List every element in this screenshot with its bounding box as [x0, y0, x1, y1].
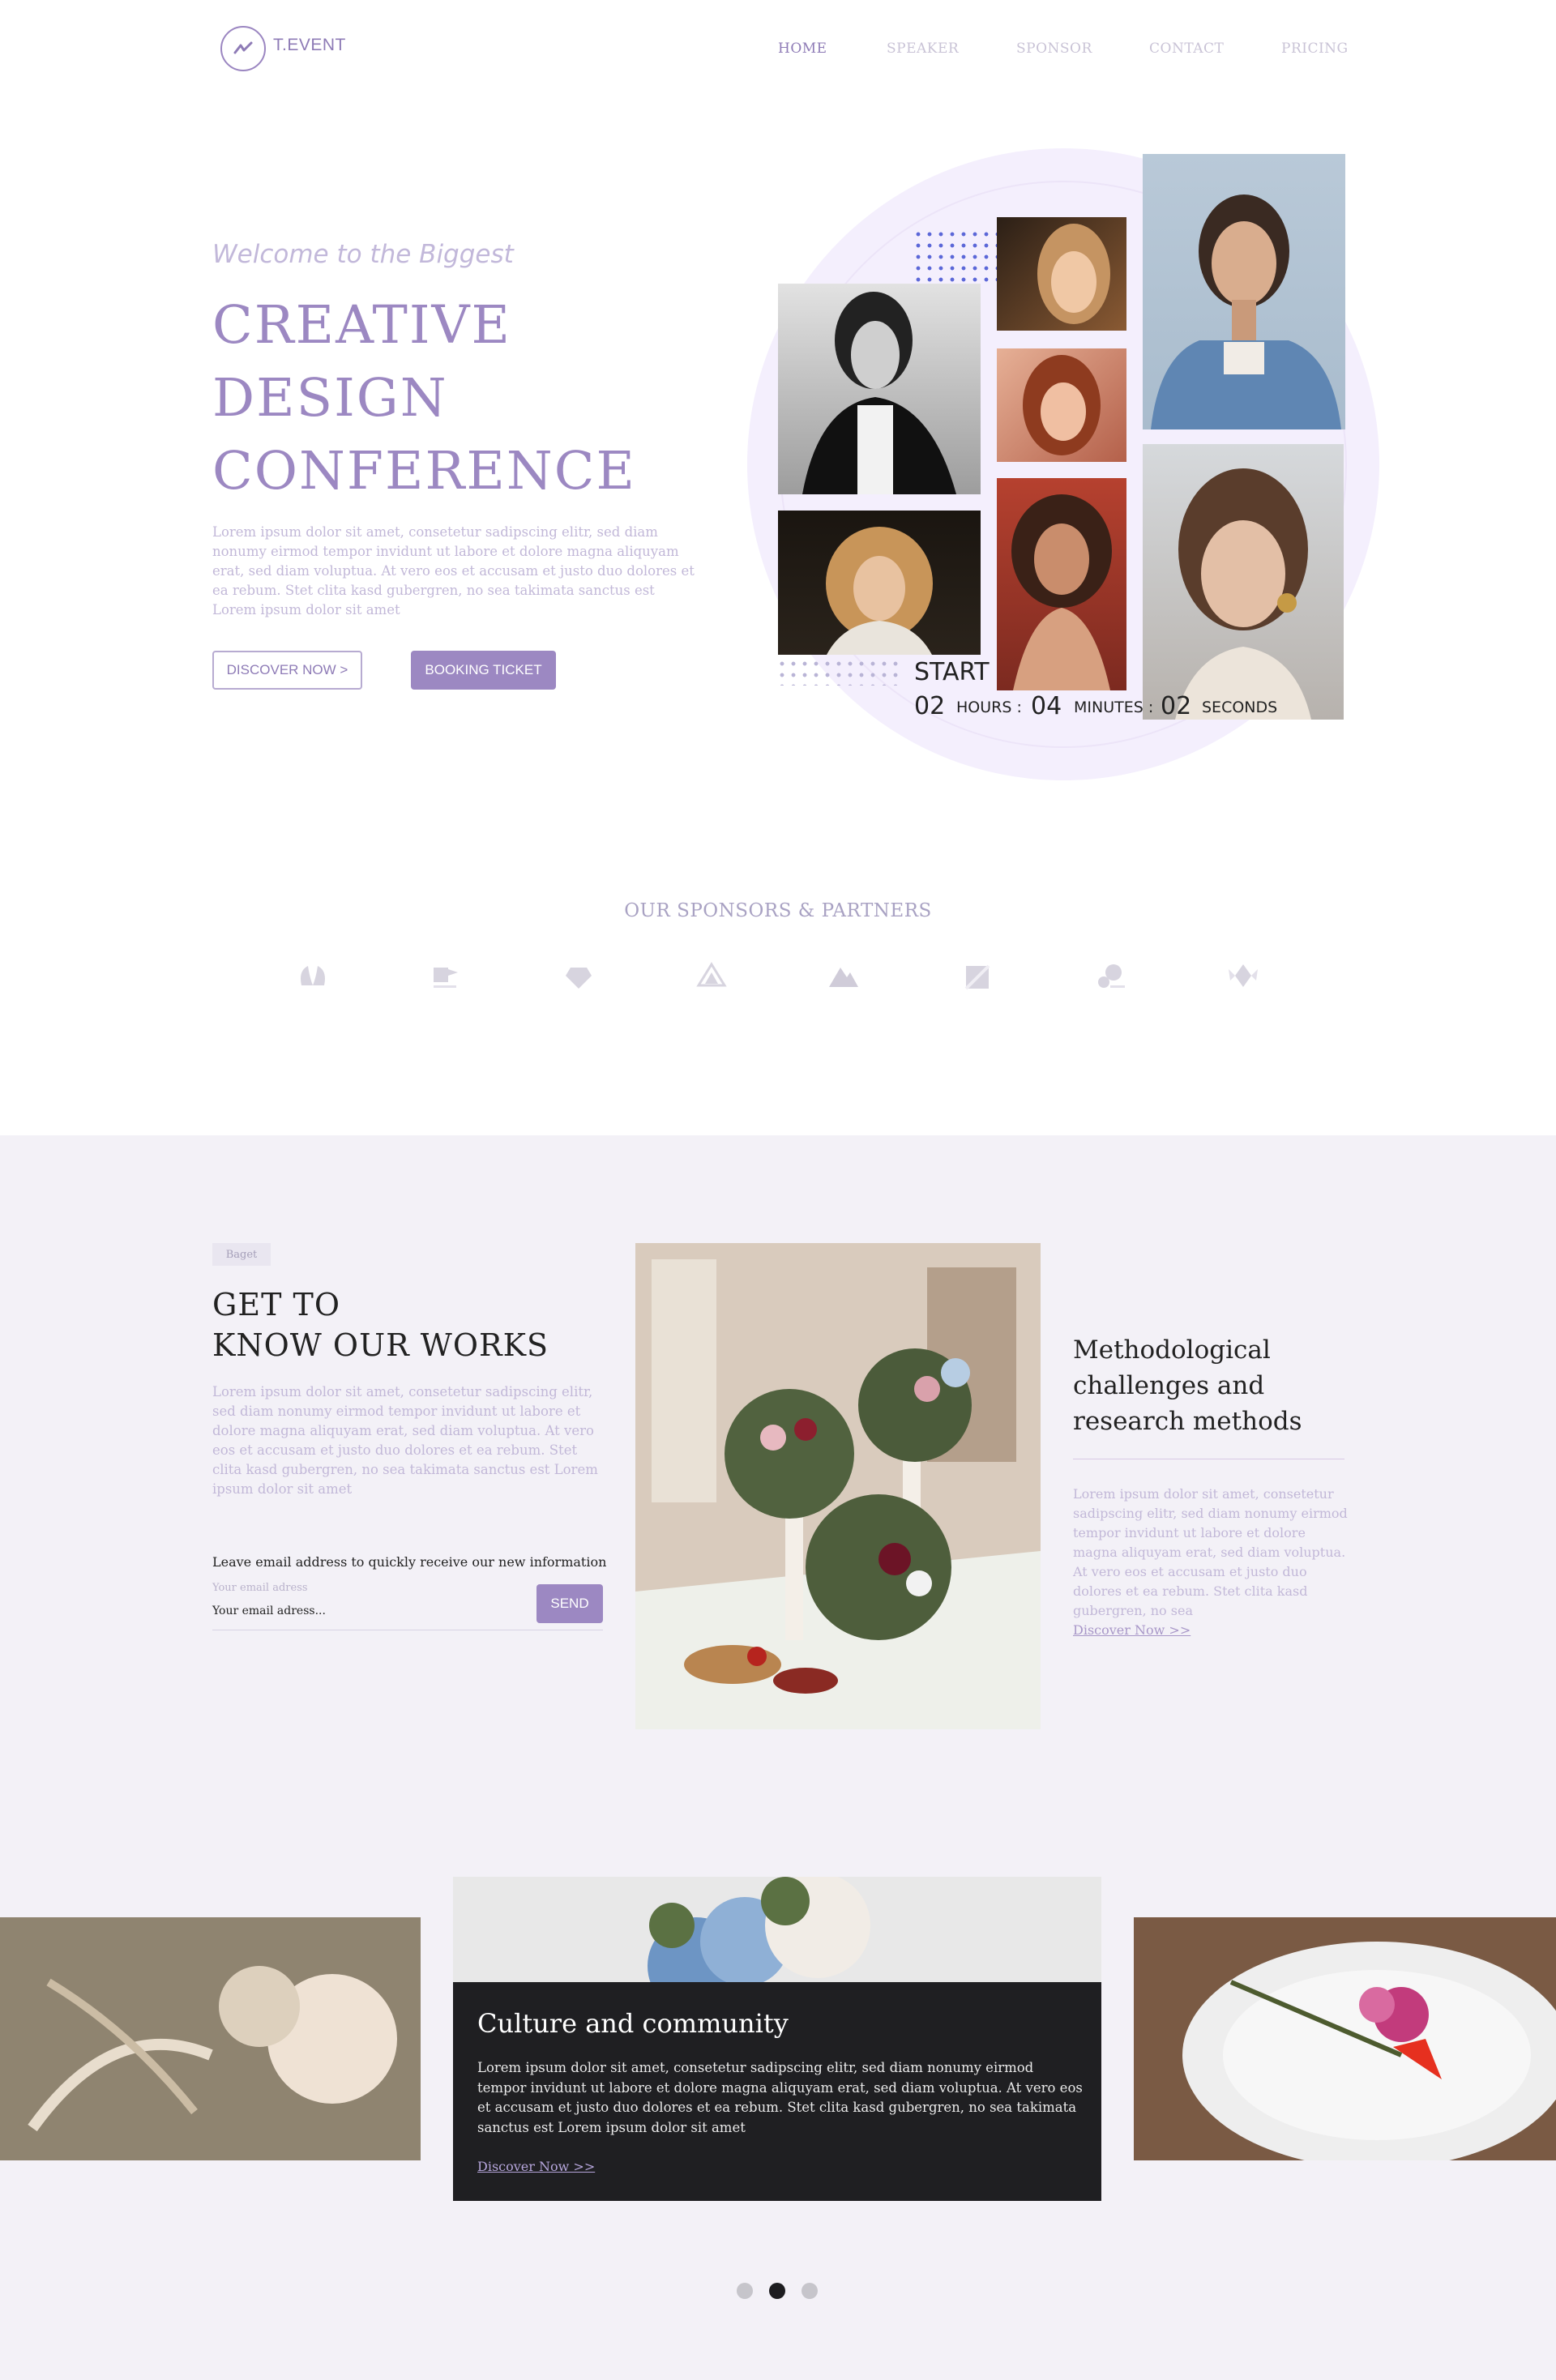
- speaker-photo-curly: [997, 478, 1126, 690]
- sponsor-square-flag-logo[interactable]: [421, 956, 469, 998]
- hero-welcome: Welcome to the Biggest: [212, 240, 514, 269]
- email-signup-label: Leave email address to quickly receive o…: [212, 1554, 607, 1570]
- email-field-label: Your email adress: [212, 1582, 308, 1594]
- nav-pricing[interactable]: PRICING: [1281, 41, 1349, 57]
- countdown-start-label: START: [914, 658, 990, 686]
- brand-name[interactable]: T.EVENT: [273, 36, 346, 55]
- countdown-hours-value: 02: [914, 692, 946, 720]
- countdown-seconds-label: SECONDS: [1202, 699, 1278, 716]
- speaker-photo-blonde: [997, 217, 1126, 331]
- dot-pattern-grey: [776, 658, 898, 686]
- speaker-photo-curly-blonde: [778, 511, 981, 655]
- sponsor-diamond-wings-logo[interactable]: [1219, 956, 1267, 998]
- carousel-card-title: Culture and community: [477, 2008, 789, 2039]
- speaker-photo-bw: [778, 284, 981, 494]
- carousel-dot-3[interactable]: [802, 2283, 818, 2299]
- countdown-minutes-value: 04: [1031, 692, 1062, 720]
- dot-pattern-blue: [913, 229, 1010, 287]
- method-title-line-2: challenges and: [1073, 1371, 1265, 1400]
- sponsor-gem-logo[interactable]: [554, 956, 603, 998]
- speaker-photo-denim: [1143, 154, 1345, 429]
- carousel-card-description: Lorem ipsum dolor sit amet, consetetur s…: [477, 2060, 1083, 2135]
- hero-title-line-2: DESIGN: [212, 368, 448, 429]
- method-title-line-1: Methodological: [1073, 1335, 1271, 1365]
- carousel-card-link[interactable]: Discover Now >>: [477, 2159, 595, 2174]
- countdown-hours-label: HOURS :: [956, 699, 1022, 716]
- speaker-photo-beach: [1143, 444, 1344, 720]
- works-title-line-2: KNOW OUR WORKS: [212, 1327, 549, 1363]
- works-badge: Baget: [212, 1243, 271, 1266]
- hero-title-line-3: CONFERENCE: [212, 441, 636, 502]
- nav-contact[interactable]: CONTACT: [1149, 41, 1224, 57]
- discover-now-button[interactable]: DISCOVER NOW >: [212, 651, 362, 690]
- carousel-image-left[interactable]: [0, 1917, 421, 2160]
- carousel-image-right[interactable]: [1134, 1917, 1556, 2160]
- sponsors-title: OUR SPONSORS & PARTNERS: [624, 900, 932, 921]
- countdown-seconds-value: 02: [1161, 692, 1192, 720]
- hero-description: Lorem ipsum dolor sit amet, consetetur s…: [212, 524, 695, 617]
- carousel-dot-1[interactable]: [737, 2283, 753, 2299]
- sponsor-leaf-logo[interactable]: [289, 956, 337, 998]
- works-title-line-1: GET TO: [212, 1287, 341, 1322]
- sponsor-mountain-logo[interactable]: [819, 956, 868, 998]
- sponsor-triangle-logo[interactable]: [687, 956, 736, 998]
- sponsor-bubble-logo[interactable]: [1086, 956, 1135, 998]
- logo-icon[interactable]: [220, 26, 266, 71]
- countdown-minutes-label: MINUTES :: [1074, 699, 1154, 716]
- works-description: Lorem ipsum dolor sit amet, consetetur s…: [212, 1384, 598, 1497]
- nav-sponsor[interactable]: SPONSOR: [1016, 41, 1092, 57]
- speaker-photo-redhead: [997, 348, 1126, 462]
- method-description: Lorem ipsum dolor sit amet, consetetur s…: [1073, 1486, 1348, 1618]
- method-title-line-3: research methods: [1073, 1407, 1302, 1436]
- sponsor-box-logo[interactable]: [953, 956, 1002, 998]
- works-floral-table-image: [635, 1243, 1041, 1729]
- email-field[interactable]: Your email adress...: [212, 1604, 326, 1617]
- method-discover-link[interactable]: Discover Now >>: [1073, 1622, 1191, 1638]
- send-button[interactable]: SEND: [536, 1584, 603, 1623]
- hero-title-line-1: CREATIVE: [212, 295, 511, 356]
- carousel-dot-2[interactable]: [769, 2283, 785, 2299]
- nav-home[interactable]: HOME: [778, 41, 827, 57]
- nav-speaker[interactable]: SPEAKER: [887, 41, 959, 57]
- booking-ticket-button[interactable]: BOOKING TICKET: [411, 651, 556, 690]
- carousel-card-image[interactable]: [453, 1877, 1101, 1982]
